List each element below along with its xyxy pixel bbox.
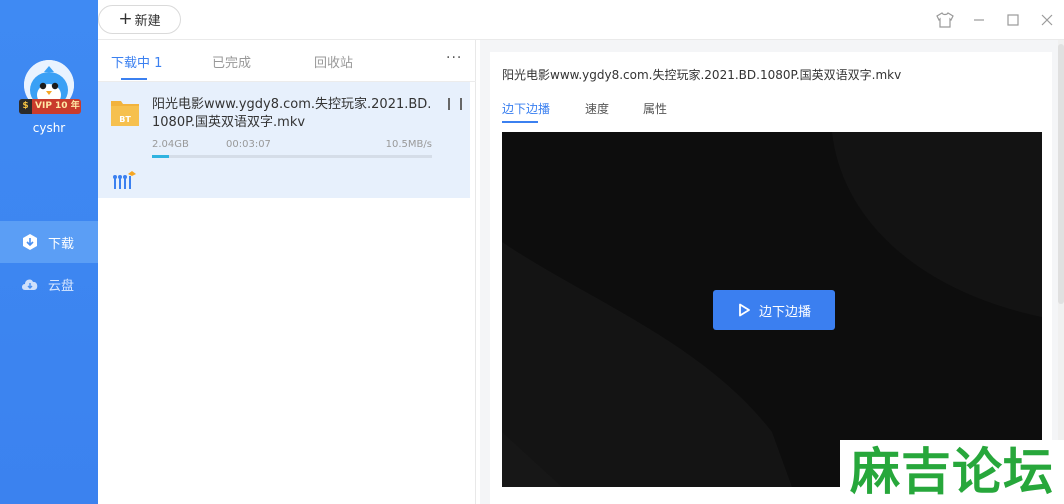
- sidebar: $ VIP 10 年 cyshr 下载 云盘: [0, 0, 98, 504]
- task-file-name: 阳光电影www.ygdy8.com.失控玩家.2021.BD.1080P.国英双…: [152, 97, 432, 130]
- plus-icon: +: [118, 8, 133, 29]
- sidebar-item-download[interactable]: 下载: [0, 221, 98, 263]
- bt-file-icon: BT: [110, 98, 140, 128]
- tab-completed[interactable]: 已完成: [212, 52, 251, 71]
- sidebar-item-label: 云盘: [48, 278, 75, 294]
- video-player[interactable]: 边下边播: [502, 132, 1042, 487]
- site-watermark: 麻吉论坛: [840, 440, 1064, 504]
- more-options-icon[interactable]: ···: [446, 50, 462, 66]
- username: cyshr: [32, 121, 66, 135]
- stream-play-label: 边下边播: [758, 304, 811, 320]
- svg-text:BT: BT: [119, 115, 131, 124]
- task-progress-bar: [152, 155, 432, 158]
- tab-recycle-bin[interactable]: 回收站: [314, 52, 353, 71]
- vip-dollar-icon: $: [19, 99, 32, 114]
- vip-badge-label: VIP 10 年: [35, 101, 80, 111]
- stream-play-button[interactable]: 边下边播: [713, 290, 835, 330]
- download-list-panel: 下载中 1 已完成 回收站 ··· BT 阳光电影www.ygdy8.com.失…: [98, 40, 476, 504]
- task-remaining-time: 00:03:07: [226, 139, 271, 150]
- tab-properties[interactable]: 属性: [643, 100, 667, 117]
- task-speed: 10.5MB/s: [385, 139, 432, 150]
- window-controls: [928, 0, 1064, 40]
- detail-card: 阳光电影www.ygdy8.com.失控玩家.2021.BD.1080P.国英双…: [490, 52, 1052, 504]
- task-progress-fill: [152, 155, 169, 158]
- sidebar-item-label: 下载: [48, 236, 75, 252]
- task-size: 2.04GB: [152, 139, 189, 150]
- tab-speed[interactable]: 速度: [585, 100, 609, 117]
- list-tabs: 下载中 1 已完成 回收站 ···: [98, 40, 476, 82]
- pause-icon[interactable]: [448, 98, 462, 112]
- top-toolbar: + 新建: [98, 0, 1064, 40]
- detail-panel: 阳光电影www.ygdy8.com.失控玩家.2021.BD.1080P.国英双…: [480, 40, 1064, 504]
- cloud-icon: [20, 274, 40, 294]
- detail-tab-indicator: [502, 121, 538, 123]
- detail-file-title: 阳光电影www.ygdy8.com.失控玩家.2021.BD.1080P.国英双…: [502, 68, 902, 82]
- download-task-item[interactable]: BT 阳光电影www.ygdy8.com.失控玩家.2021.BD.1080P.…: [98, 82, 470, 198]
- maximize-icon[interactable]: [996, 0, 1030, 40]
- peers-icon[interactable]: [112, 170, 138, 190]
- vip-badge[interactable]: $ VIP 10 年: [19, 99, 81, 114]
- play-icon: [737, 303, 751, 317]
- minimize-icon[interactable]: [962, 0, 996, 40]
- tab-downloading[interactable]: 下载中 1: [111, 52, 162, 71]
- detail-scrollbar[interactable]: [1058, 40, 1064, 504]
- new-task-button[interactable]: + 新建: [98, 5, 181, 34]
- tab-active-indicator: [121, 78, 147, 80]
- sidebar-item-cloud[interactable]: 云盘: [0, 263, 98, 305]
- close-icon[interactable]: [1030, 0, 1064, 40]
- skin-icon[interactable]: [928, 0, 962, 40]
- download-icon: [20, 232, 40, 252]
- new-task-label: 新建: [134, 14, 161, 29]
- tab-stream-play[interactable]: 边下边播: [502, 100, 550, 117]
